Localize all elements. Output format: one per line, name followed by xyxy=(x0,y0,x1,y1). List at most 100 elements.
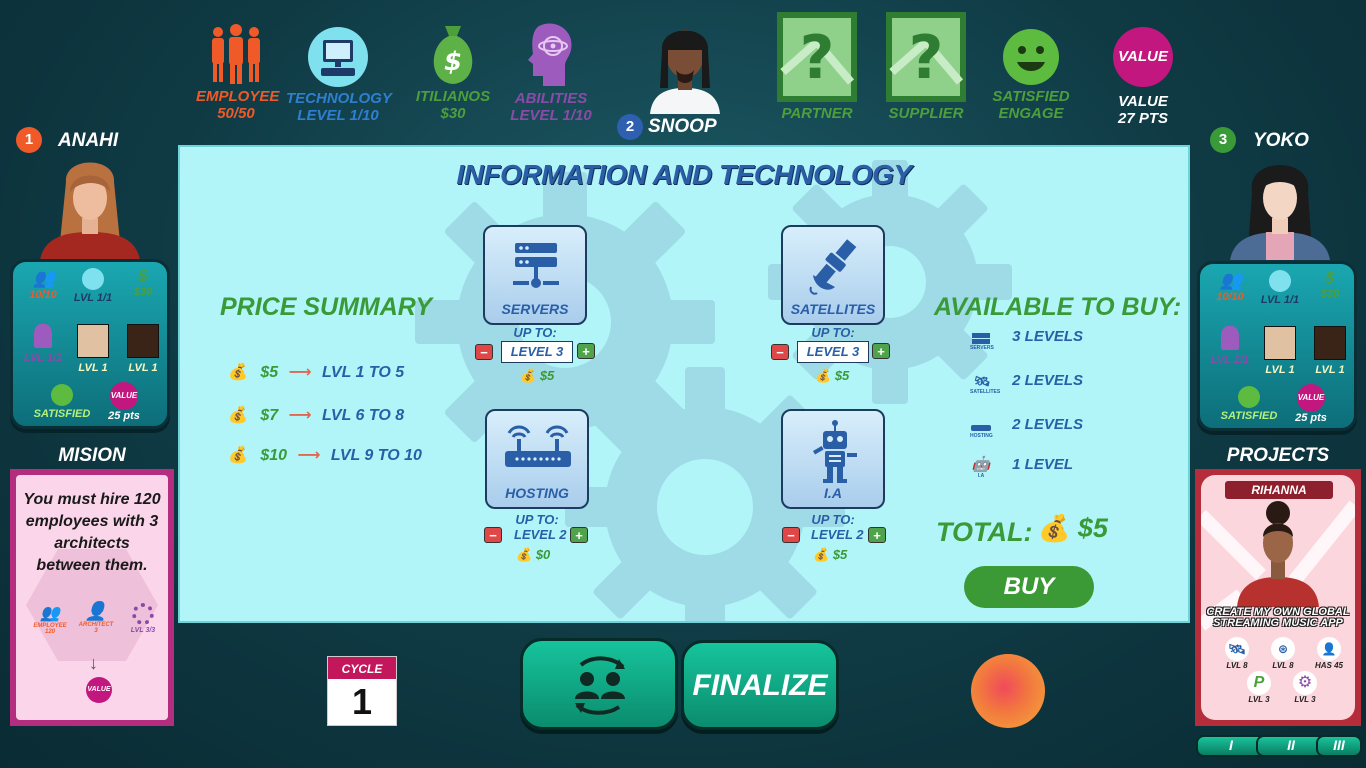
ia-cost-value: $5 xyxy=(832,547,848,562)
satellites-icon: 🛰 SATELLITES xyxy=(970,373,1001,396)
project-req-satellites: 🛰 LVL 8 xyxy=(1219,637,1255,670)
hosting-button[interactable]: HOSTING xyxy=(485,409,589,509)
hosting-icon: HOSTING xyxy=(970,420,993,439)
mission-employee-count: 120 xyxy=(44,629,55,635)
right-player-card[interactable]: 👥 10/10 LVL 1/1 $ $30 LVL 1/1 LVL 1 LVL … xyxy=(1197,261,1357,431)
left-money: $ $30 xyxy=(123,268,163,298)
robot-icon: 🤖 I.A xyxy=(971,456,991,480)
servers-level-field[interactable]: LEVEL 3 xyxy=(501,341,573,363)
computer-icon xyxy=(308,27,368,87)
employee-value: 50/50 xyxy=(217,105,255,122)
left-tech-value: LVL 1/1 xyxy=(73,292,113,304)
ia-plus-button[interactable]: + xyxy=(868,527,886,543)
right-abilities: LVL 1/1 xyxy=(1206,326,1254,366)
hosting-minus-button[interactable]: − xyxy=(484,527,502,543)
satellites-cost-value: $5 xyxy=(834,368,850,383)
mission-card[interactable]: You must hire 120 employees with 3 archi… xyxy=(10,469,174,726)
money-bag-icon: 💰 xyxy=(228,407,248,424)
left-supplier: LVL 1 xyxy=(123,324,163,374)
partner-avatar-icon xyxy=(1264,326,1296,360)
servers-minus-button[interactable]: − xyxy=(475,344,493,360)
right-partner-value: LVL 1 xyxy=(1265,364,1295,376)
avatar xyxy=(1230,165,1330,260)
left-tech: LVL 1/1 xyxy=(71,268,115,304)
money-bag-icon: $ xyxy=(433,26,473,84)
right-tech-value: LVL 1/1 xyxy=(1260,294,1300,306)
mission-level: LVL 3/3 xyxy=(126,603,160,634)
left-player-card[interactable]: 👥 10/10 LVL 1/1 $ $30 LVL 1/1 LVL 1 LVL … xyxy=(10,259,170,429)
value-line2: 27 PTS xyxy=(1117,110,1169,127)
project-req-abilities: ⚙ LVL 3 xyxy=(1287,671,1323,704)
mission-level-caption: LVL 3/3 xyxy=(130,627,156,634)
ia-minus-button[interactable]: − xyxy=(782,527,800,543)
project-req5: LVL 3 xyxy=(1294,695,1316,704)
hosting-level-field[interactable]: LEVEL 2 xyxy=(514,527,567,542)
servers-plus-button[interactable]: + xyxy=(577,343,595,359)
left-partner-value: LVL 1 xyxy=(78,362,108,374)
brain-head-icon xyxy=(528,23,572,86)
partner-slot[interactable]: ? PARTNER xyxy=(776,12,858,122)
hosting-plus-button[interactable]: + xyxy=(570,527,588,543)
money-bag-icon: 💰 xyxy=(228,447,248,464)
satellites-button[interactable]: SATELLITES xyxy=(781,225,885,325)
architect-icon: 👤 xyxy=(84,601,108,621)
money-bag-icon: 💰 xyxy=(516,547,533,562)
satisfied-line1: SATISFIED xyxy=(992,88,1070,105)
employees-icon: 👥 xyxy=(40,605,60,622)
value-badge: VALUE xyxy=(1113,27,1173,87)
project-req1: LVL 8 xyxy=(1226,661,1248,670)
satellites-level-field[interactable]: LEVEL 3 xyxy=(797,341,869,363)
right-value: VALUE 25 pts xyxy=(1284,384,1338,424)
price-value: $7 xyxy=(260,407,279,424)
project-card[interactable]: RIHANNA CREATE MY OWN GLOBAL STREAMING M… xyxy=(1195,469,1361,726)
question-card-icon: ? xyxy=(777,12,857,102)
projects-title: PROJECTS xyxy=(1226,445,1330,466)
money-bag-icon: $ xyxy=(1325,270,1335,287)
value-badge-label: VALUE xyxy=(1118,48,1168,65)
project-name: RIHANNA xyxy=(1251,483,1307,497)
technology-stat: TECHNOLOGY LEVEL 1/10 xyxy=(286,26,392,124)
price-summary-heading: PRICE SUMMARY xyxy=(220,293,433,321)
itilianos-stat: $ ITILIANOS $30 xyxy=(410,22,496,122)
available-caption: SERVERS xyxy=(970,345,994,351)
hosting-upto: UP TO: xyxy=(515,512,559,527)
mission-architect: 👤 ARCHITECT 3 xyxy=(76,601,116,634)
technology-label: TECHNOLOGY xyxy=(286,90,392,107)
project-req-partner: P LVL 3 xyxy=(1241,671,1277,704)
servers-label: SERVERS xyxy=(501,301,569,317)
left-abilities: LVL 1/1 xyxy=(19,324,67,364)
servers-button[interactable]: SERVERS xyxy=(483,225,587,325)
buy-button[interactable]: BUY xyxy=(964,566,1094,608)
available-caption: I.A xyxy=(977,473,985,479)
left-partner: LVL 1 xyxy=(73,324,113,374)
left-value: VALUE 25 pts xyxy=(97,382,151,422)
question-card-icon: ? xyxy=(886,12,966,102)
supplier-label: SUPPLIER xyxy=(888,105,964,122)
svg-text:$: $ xyxy=(444,47,462,77)
price-levels: LVL 9 TO 10 xyxy=(330,447,422,464)
project-page-3-button[interactable]: III xyxy=(1316,735,1362,757)
right-satisfied-label: SATISFIED xyxy=(1220,410,1278,422)
satellites-label: SATELLITES xyxy=(790,301,876,317)
trade-button[interactable] xyxy=(520,638,678,730)
servers-icon: SERVERS xyxy=(970,332,994,351)
smiley-icon xyxy=(51,384,73,406)
arrow-down-icon: ↓ xyxy=(89,653,98,673)
cycle-label: CYCLE xyxy=(328,657,396,679)
ia-level-field[interactable]: LEVEL 2 xyxy=(811,527,864,542)
mission-employee: 👥 EMPLOYEE 120 xyxy=(28,603,72,635)
abilities-gear-icon: ⚙ xyxy=(1293,671,1317,695)
value-badge-label: VALUE xyxy=(110,391,138,400)
value-stat: VALUE VALUE 27 PTS xyxy=(1104,27,1182,127)
ia-button[interactable]: I.A xyxy=(781,409,885,509)
robot-icon xyxy=(813,420,857,483)
partner-label: PARTNER xyxy=(781,105,853,122)
supplier-slot[interactable]: ? SUPPLIER xyxy=(885,12,967,122)
satellites-plus-button[interactable]: + xyxy=(872,343,890,359)
finalize-button[interactable]: FINALIZE xyxy=(681,640,839,730)
left-money-value: $30 xyxy=(133,286,153,298)
hosting-icon xyxy=(505,425,571,467)
avatar xyxy=(650,30,720,114)
satellites-minus-button[interactable]: − xyxy=(771,344,789,360)
available-heading: AVAILABLE TO BUY: xyxy=(934,293,1182,321)
